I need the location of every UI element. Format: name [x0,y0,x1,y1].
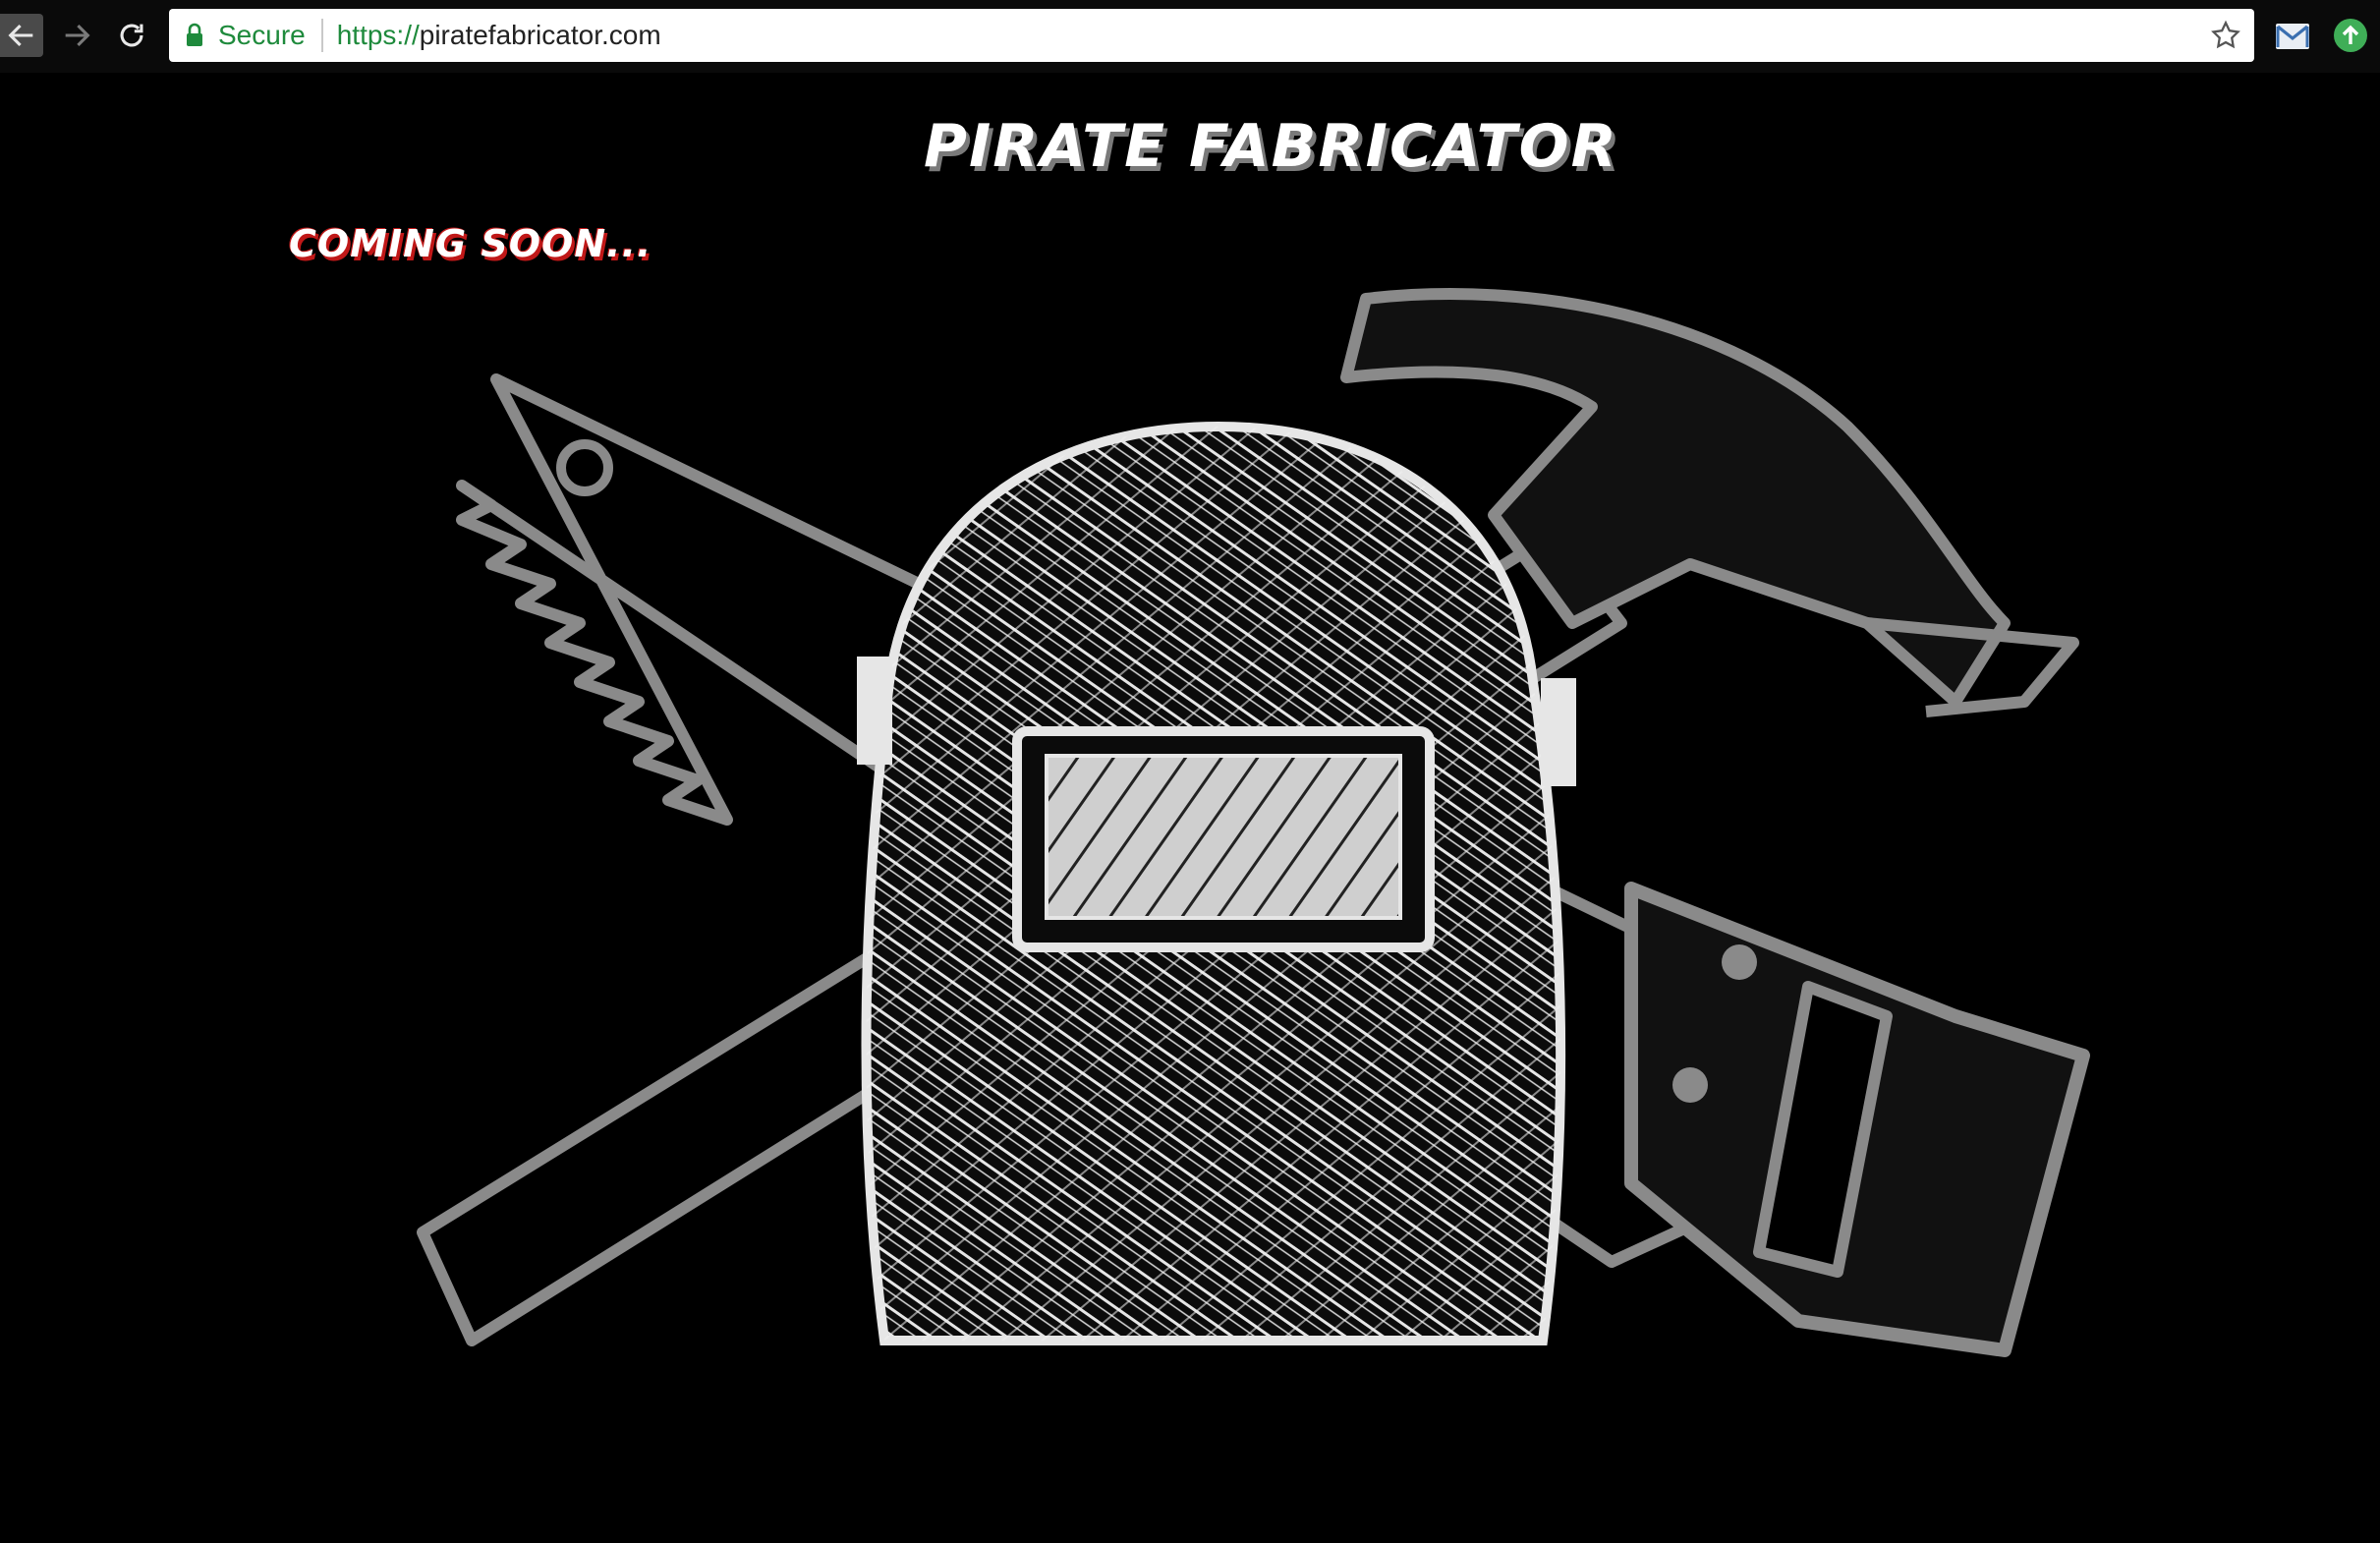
secure-label: Secure [218,20,306,50]
forward-arrow-icon [65,24,90,47]
address-bar[interactable]: Secure https:// piratefabricator.com [169,9,2254,62]
reload-button[interactable] [110,14,153,57]
omnibox-divider [320,19,323,52]
welding-helmet-graphic [857,421,1576,1345]
back-button[interactable] [0,14,43,57]
gmail-icon[interactable] [2274,18,2311,55]
page-body: PIRATE FABRICATOR COMING SOON... [0,73,2380,1543]
coming-soon-tagline: COMING SOON... [289,222,652,265]
welding-helmet-crossed-tools-illustration [417,288,2090,1357]
back-arrow-icon [8,24,33,47]
green-update-icon[interactable] [2331,16,2370,55]
forward-button[interactable] [55,14,98,57]
lock-icon [187,23,202,46]
url-scheme: https:// [336,20,420,50]
reload-icon [120,24,143,47]
browser-toolbar: Secure https:// piratefabricator.com [0,0,2380,73]
site-title: PIRATE FABRICATOR [924,112,1618,181]
url-host: piratefabricator.com [419,20,661,50]
star-icon[interactable] [2209,19,2242,52]
